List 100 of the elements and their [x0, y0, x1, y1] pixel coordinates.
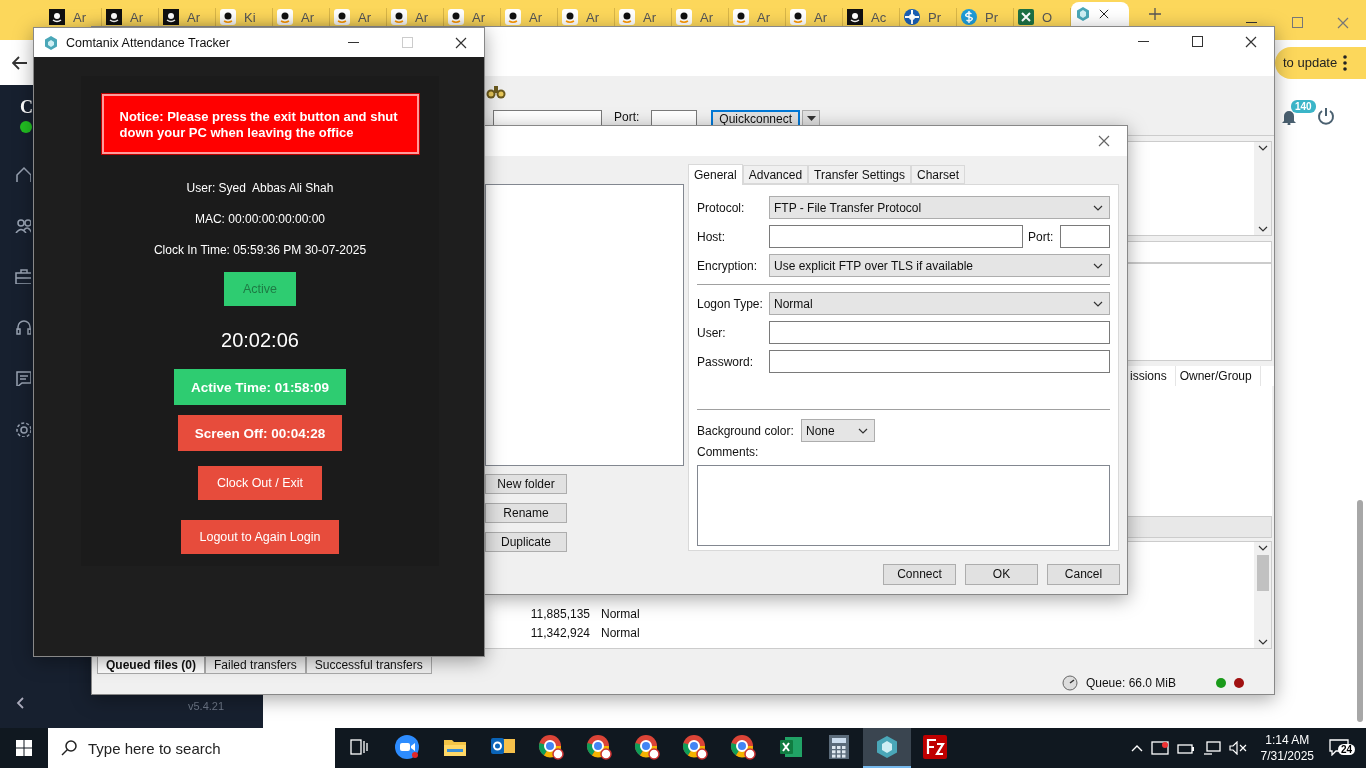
field-label: Logon Type: [697, 296, 764, 311]
binoculars-icon[interactable] [486, 83, 506, 99]
brand-name: C [20, 97, 33, 118]
comments-field[interactable] [697, 465, 1110, 546]
smile-icon [49, 9, 65, 25]
close-icon [1337, 16, 1349, 29]
browser-icon [586, 734, 612, 760]
power-icon[interactable] [1317, 107, 1335, 125]
settings-tab[interactable]: Transfer Settings [808, 165, 911, 184]
folder-icon [443, 737, 467, 757]
headset-icon[interactable] [14, 318, 31, 335]
notification-count: 24 [1338, 744, 1356, 755]
scroll-thumb[interactable] [1256, 555, 1269, 591]
taskbar-app[interactable] [863, 728, 911, 768]
smile-icon [562, 9, 578, 25]
password-field[interactable] [769, 350, 1110, 373]
update-button[interactable]: to update [1275, 46, 1366, 79]
spreadsheet-icon [779, 735, 803, 759]
field-label: Port: [1028, 229, 1055, 244]
dialog-button[interactable]: Cancel [1047, 563, 1120, 585]
wheel-icon [904, 9, 920, 25]
status-light [1234, 678, 1244, 688]
info-text: Clock In Time: 05:59:36 PM 30-07-2025 [153, 243, 367, 257]
bell-icon[interactable] [1281, 109, 1297, 125]
smile-icon [391, 9, 407, 25]
host-field[interactable] [769, 225, 1023, 248]
date-text: 7/31/2025 [1260, 748, 1314, 764]
site-action-button[interactable]: New folder [485, 474, 567, 494]
encryption-select[interactable]: Use explicit FTP over TLS if available [769, 254, 1110, 277]
close-icon [1099, 9, 1109, 19]
smile-icon [106, 9, 122, 25]
close-icon [1098, 135, 1110, 147]
minimize-icon [347, 41, 359, 44]
info-text: MAC: 00:00:00:00:00:00 [194, 212, 326, 226]
user-field[interactable] [769, 321, 1110, 344]
network-icon[interactable] [1202, 741, 1221, 755]
minimize-icon [1137, 40, 1149, 43]
chevron-up-icon[interactable] [1130, 744, 1143, 752]
collapse-icon[interactable] [16, 697, 24, 709]
time-counter: Screen Off: 00:04:28 [177, 415, 343, 451]
browser-icon [682, 734, 708, 760]
new-tab-icon[interactable] [1149, 8, 1161, 20]
smile-icon [505, 9, 521, 25]
scrollbar[interactable] [1254, 142, 1271, 235]
hexagon-icon [44, 35, 58, 50]
caret-icon [806, 116, 816, 121]
task-view-icon [350, 739, 368, 755]
field-label: Encryption: [697, 258, 759, 273]
taskbar-clock[interactable]: 1:14 AM 7/31/2025 [1254, 732, 1320, 764]
home-icon[interactable] [14, 165, 31, 182]
queue-speed-icon [1061, 675, 1078, 691]
field-label: Protocol: [697, 200, 746, 215]
tracker-button[interactable]: Logout to Again Login [180, 520, 340, 554]
users-icon[interactable] [14, 216, 31, 233]
hexagon-icon [875, 735, 899, 759]
close-icon [1245, 35, 1257, 48]
smile-icon [733, 9, 749, 25]
field-label: Host: [697, 229, 726, 244]
close-icon [455, 36, 467, 49]
smile-icon [676, 9, 692, 25]
info-text: User: Syed Abbas Ali Shah [186, 181, 334, 195]
dialog-button[interactable]: OK [965, 563, 1038, 585]
speaker-muted-icon[interactable] [1228, 741, 1247, 755]
settings-icon[interactable] [14, 420, 31, 437]
battery-icon[interactable] [1176, 742, 1195, 754]
smile-icon [163, 9, 179, 25]
back-arrow-icon[interactable] [12, 55, 28, 70]
field-label: Background color: [697, 423, 795, 438]
hexagon-icon [1075, 6, 1091, 22]
dialog-button[interactable]: Connect [883, 563, 956, 585]
ftp-app-icon [923, 735, 947, 759]
background-color-select[interactable]: None [801, 419, 875, 442]
browser-tab[interactable] [1071, 2, 1129, 26]
settings-tab[interactable]: Advanced [742, 165, 809, 184]
more-icon [1343, 54, 1348, 71]
smile-icon [277, 9, 293, 25]
search-field[interactable]: Type here to search [48, 728, 335, 768]
clock-display: 20:02:06 [221, 329, 299, 352]
site-action-button[interactable]: Duplicate [485, 532, 567, 552]
size-cell-text: 11,342,924 [529, 625, 590, 640]
browser-icon [634, 734, 660, 760]
field-label: Comments: [697, 445, 760, 459]
settings-tab[interactable]: Charset [911, 165, 966, 184]
priority-cell-text: Normal [600, 606, 641, 621]
video-app-icon [394, 734, 420, 760]
notification-badge: 140 [1291, 100, 1316, 113]
site-action-button[interactable]: Rename [485, 503, 567, 523]
tracker-button[interactable]: Clock Out / Exit [197, 466, 323, 500]
message-icon[interactable] [14, 369, 31, 386]
settings-tab[interactable]: General [688, 164, 743, 185]
browser-icon [538, 734, 564, 760]
meet-now-icon[interactable] [1150, 741, 1169, 755]
scrollbar[interactable] [1357, 500, 1363, 722]
logon-type-select[interactable]: Normal [769, 292, 1110, 315]
protocol-select[interactable]: FTP - File Transfer Protocol [769, 196, 1110, 219]
scrollbar[interactable] [1254, 542, 1271, 648]
time-text: 1:14 AM [1265, 732, 1310, 748]
browser-tab[interactable]: Ar [45, 8, 102, 26]
briefcase-icon[interactable] [14, 267, 31, 284]
port-field[interactable] [1060, 225, 1110, 248]
